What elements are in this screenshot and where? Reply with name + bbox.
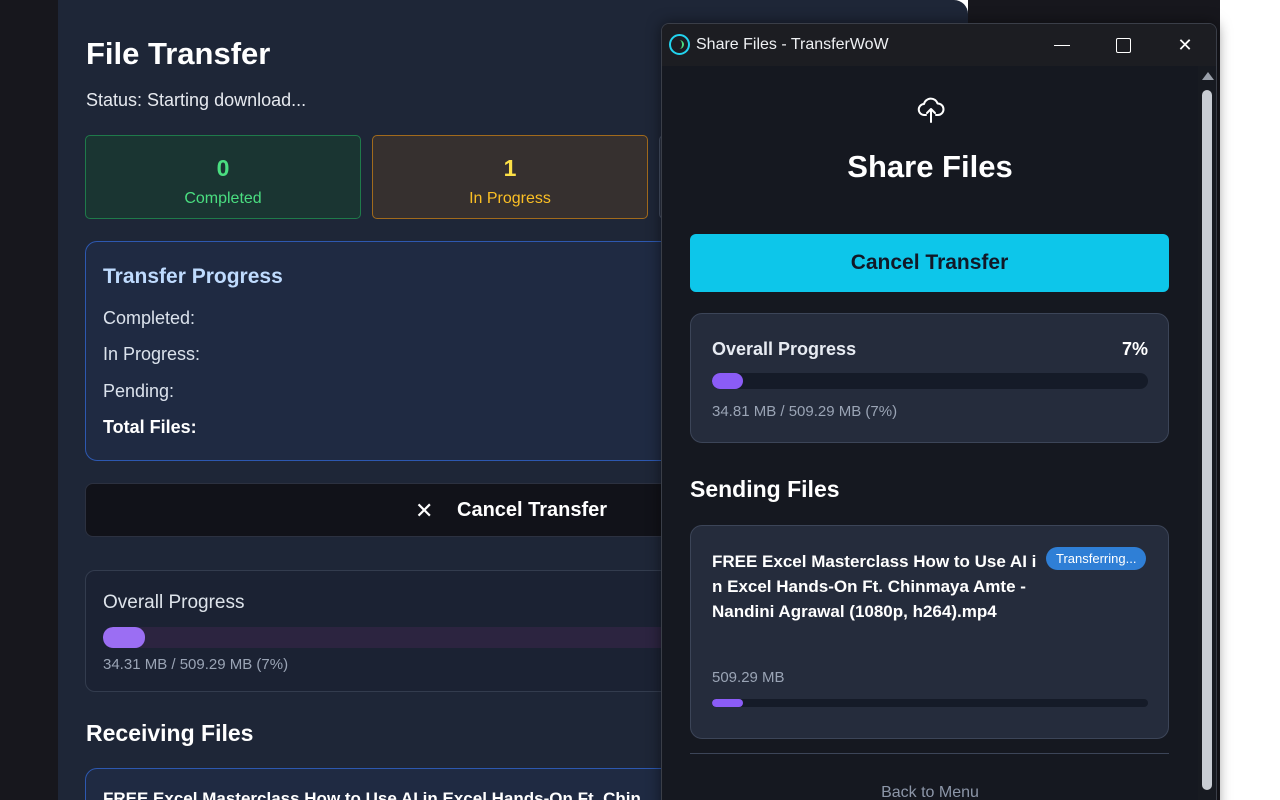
app-icon: [669, 34, 690, 55]
maximize-icon: [1116, 38, 1131, 53]
minimize-icon: [1054, 45, 1070, 46]
receiving-file-name: FREE Excel Masterclass How to Use AI in …: [103, 789, 641, 800]
receiving-files-heading: Receiving Files: [86, 720, 254, 746]
overall-progress-card: Overall Progress 34.31 MB / 509.29 MB (7…: [85, 570, 706, 692]
file-name: FREE Excel Masterclass How to Use AI in …: [712, 552, 1037, 621]
scrollbar-thumb[interactable]: [1202, 90, 1212, 790]
pending-row-label: Pending:: [103, 381, 175, 401]
in-progress-label: In Progress: [469, 190, 551, 207]
cloud-upload-icon: [917, 97, 945, 123]
in-progress-row-label: In Progress:: [103, 344, 201, 364]
in-progress-count: 1: [503, 155, 517, 181]
overall-progress-label: Overall Progress: [712, 339, 857, 359]
cancel-transfer-label: Cancel Transfer: [457, 499, 608, 521]
overall-progress-bar: [103, 627, 706, 648]
overall-progress-fill: [712, 373, 743, 389]
divider: [690, 753, 1169, 754]
transfer-progress-heading: Transfer Progress: [103, 265, 283, 288]
overall-progress-size: 34.81 MB / 509.29 MB (7%): [712, 403, 898, 420]
share-files-window: Share Files - TransferWoW ✕ Share Files …: [661, 23, 1217, 800]
total-files-row-label: Total Files:: [103, 417, 197, 437]
file-progress-fill: [712, 699, 743, 707]
share-files-title: Share Files: [847, 149, 1013, 184]
file-card: FREE Excel Masterclass How to Use AI in …: [690, 525, 1169, 739]
cancel-transfer-button[interactable]: ✕ Cancel Transfer: [85, 483, 705, 537]
file-size: 509.29 MB: [712, 669, 785, 686]
close-button[interactable]: ✕: [1154, 24, 1216, 66]
scrollbar[interactable]: [1198, 66, 1216, 800]
background-left: [0, 0, 58, 800]
status-text: Status: Starting download...: [86, 90, 307, 110]
completed-label: Completed: [184, 190, 262, 207]
back-to-menu-link[interactable]: Back to Menu: [662, 784, 1198, 800]
scroll-up-arrow-icon[interactable]: [1202, 72, 1214, 80]
overall-progress-size: 34.31 MB / 509.29 MB (7%): [103, 656, 289, 673]
window-title: Share Files - TransferWoW: [696, 36, 889, 53]
cancel-transfer-button[interactable]: Cancel Transfer: [690, 234, 1169, 292]
completed-row-label: Completed:: [103, 308, 196, 328]
overall-progress-card: Overall Progress 7% 34.81 MB / 509.29 MB…: [690, 313, 1169, 443]
overall-progress-percent: 7%: [1121, 339, 1148, 359]
overall-progress-bar: [712, 373, 1148, 389]
transfer-progress-panel: Transfer Progress Completed: In Progress…: [85, 241, 705, 461]
close-icon: ✕: [1177, 35, 1193, 55]
close-icon: ✕: [415, 498, 434, 523]
minimize-button[interactable]: [1030, 24, 1092, 66]
file-progress-bar: [712, 699, 1148, 707]
status-badge: Transferring...: [1046, 547, 1147, 570]
in-progress-stat: 1 In Progress: [372, 135, 648, 219]
page-title: File Transfer: [86, 36, 271, 71]
receiving-file-card: FREE Excel Masterclass How to Use AI in …: [85, 768, 705, 800]
overall-progress-label: Overall Progress: [103, 592, 245, 613]
overall-progress-fill: [103, 627, 146, 648]
share-files-content: Share Files Cancel Transfer Overall Prog…: [662, 66, 1198, 800]
completed-stat: 0 Completed: [85, 135, 361, 219]
completed-count: 0: [216, 155, 230, 181]
title-bar[interactable]: Share Files - TransferWoW ✕: [662, 24, 1216, 66]
sending-files-heading: Sending Files: [690, 476, 840, 502]
maximize-button[interactable]: [1092, 24, 1154, 66]
